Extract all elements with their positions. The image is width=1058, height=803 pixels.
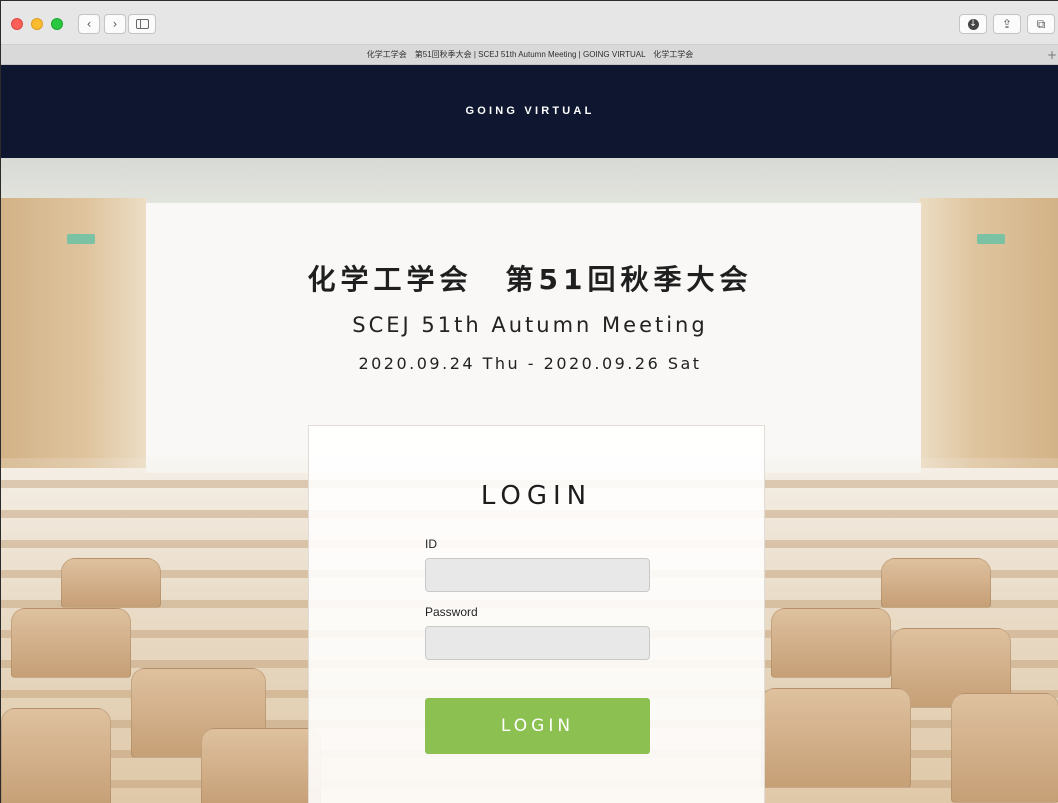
forward-icon: ›	[112, 17, 118, 31]
site-brand[interactable]: GOING VIRTUAL	[1, 105, 1058, 117]
downloads-button[interactable]: ↓	[959, 14, 987, 34]
event-dates: 2020.09.24 Thu - 2020.09.26 Sat	[358, 354, 702, 373]
history-nav: ‹ ›	[78, 14, 126, 34]
back-button[interactable]: ‹	[78, 14, 100, 34]
minimize-window-button[interactable]	[31, 18, 43, 30]
close-window-button[interactable]	[11, 18, 23, 30]
toolbar-actions: ↓ ⇪ ⧉	[959, 14, 1055, 34]
hero-section: 化学工学会 第51回秋季大会 SCEJ 51th Autumn Meeting …	[1, 158, 1058, 803]
login-heading: LOGIN	[480, 481, 593, 511]
back-icon: ‹	[86, 17, 92, 31]
window-controls	[11, 18, 63, 30]
share-button[interactable]: ⇪	[993, 14, 1021, 34]
id-input[interactable]	[425, 558, 650, 592]
password-label: Password	[425, 605, 478, 619]
sidebar-toggle-button[interactable]	[128, 14, 156, 34]
login-card: LOGIN ID Password LOGIN	[308, 425, 765, 803]
password-input[interactable]	[425, 626, 650, 660]
tabs-icon: ⧉	[1036, 16, 1046, 31]
show-tabs-button[interactable]: ⧉	[1027, 14, 1055, 34]
browser-window: ‹ › ↓ ⇪ ⧉ 化学工学会 第51回秋季大会 | SCEJ 51th Aut…	[0, 0, 1058, 803]
event-subtitle: SCEJ 51th Autumn Meeting	[352, 313, 708, 337]
sidebar-icon	[135, 19, 149, 29]
download-icon: ↓	[967, 18, 979, 30]
zoom-window-button[interactable]	[51, 18, 63, 30]
new-tab-icon[interactable]: +	[1047, 47, 1057, 63]
event-title: 化学工学会 第51回秋季大会	[307, 263, 753, 296]
share-icon: ⇪	[1001, 17, 1013, 31]
site-header: GOING VIRTUAL	[1, 65, 1058, 158]
tab-bar: 化学工学会 第51回秋季大会 | SCEJ 51th Autumn Meetin…	[1, 45, 1058, 65]
login-button[interactable]: LOGIN	[425, 698, 650, 754]
forward-button[interactable]: ›	[104, 14, 126, 34]
id-label: ID	[425, 537, 437, 551]
browser-toolbar: ‹ › ↓ ⇪ ⧉	[1, 1, 1058, 45]
tab-active[interactable]: 化学工学会 第51回秋季大会 | SCEJ 51th Autumn Meetin…	[1, 45, 1058, 65]
